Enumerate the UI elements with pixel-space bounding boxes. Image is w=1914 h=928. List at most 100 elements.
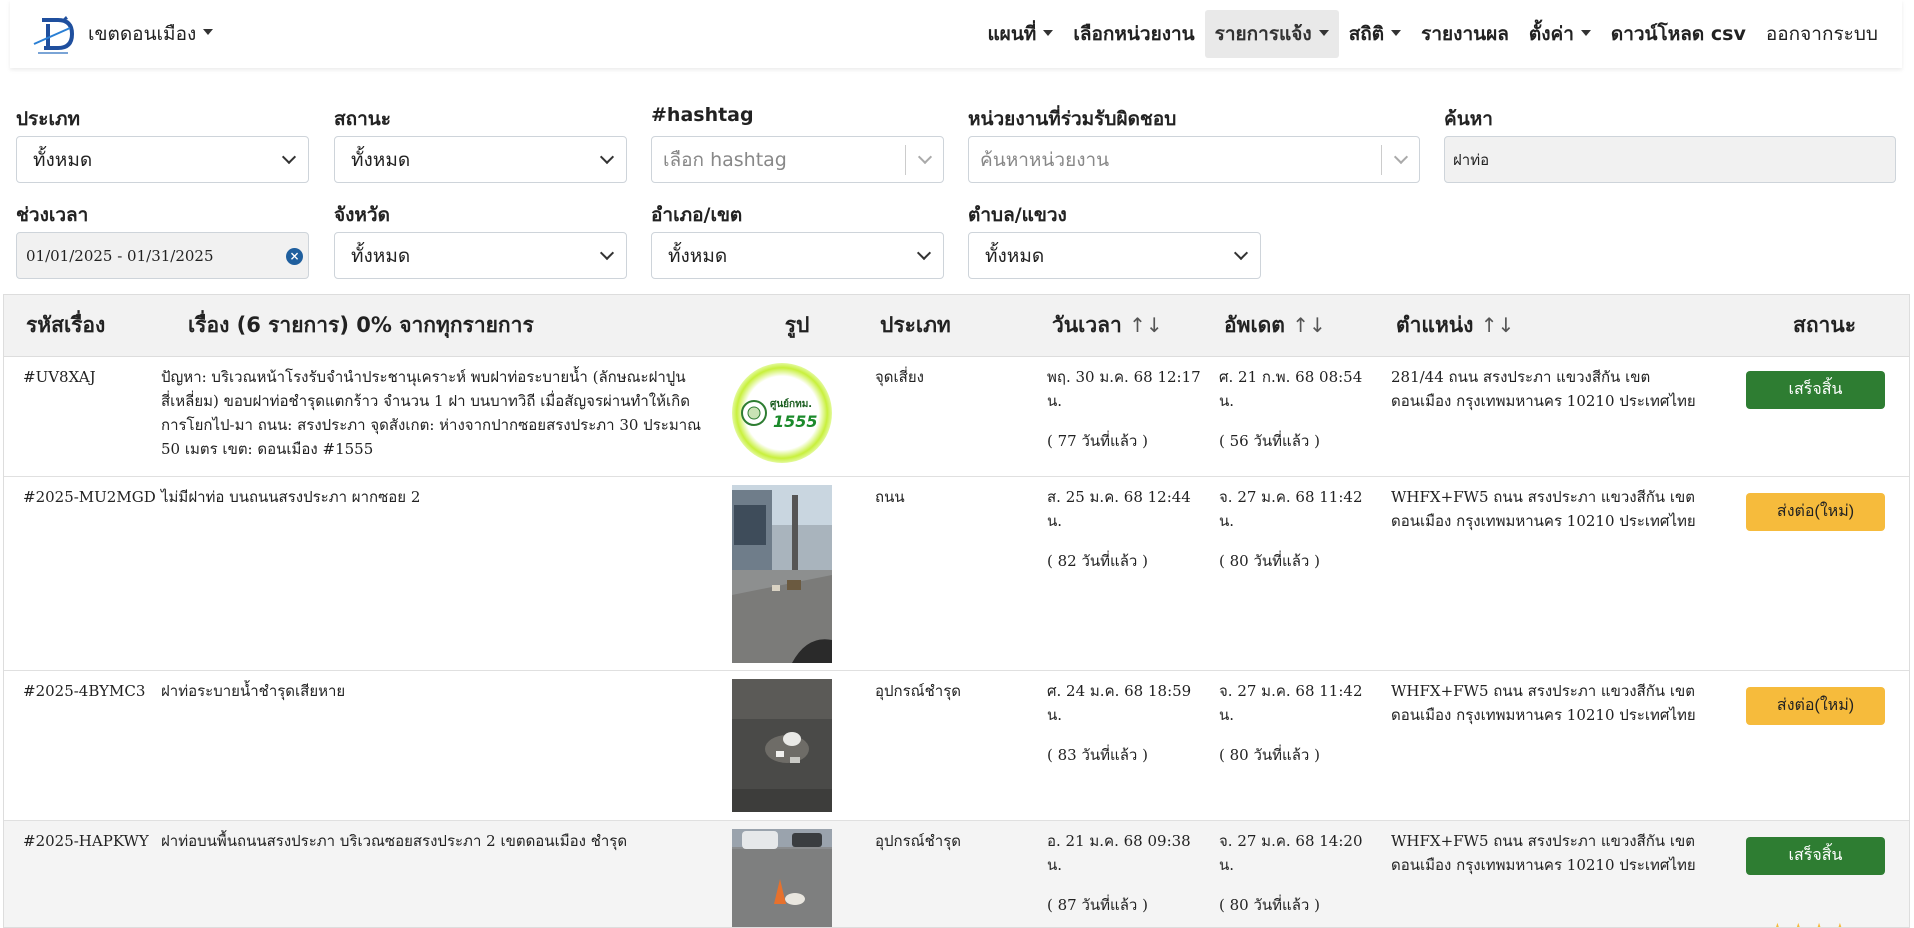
subdistrict-select[interactable]: ทั้งหมด: [968, 232, 1261, 279]
report-updated-cell: จ. 27 ม.ค. 68 11:42 น. ( 80 วันที่แล้ว ): [1206, 476, 1378, 670]
report-image[interactable]: ศูนย์กทม. 1555: [732, 362, 832, 463]
chevron-down-icon: [916, 245, 932, 261]
report-title[interactable]: ฝาท่อบนพื้นถนนสรงประภา บริเวณซอยสรงประภา…: [158, 820, 732, 927]
date-range-value: 01/01/2025 - 01/31/2025: [26, 246, 214, 265]
report-title[interactable]: ปัญหา: บริเวณหน้าโรงรับจำนำประชานุเคราะห…: [158, 356, 732, 476]
report-image[interactable]: [732, 678, 832, 812]
date-range-input[interactable]: 01/01/2025 - 01/31/2025 ×: [16, 232, 309, 279]
report-datetime: พฤ. 30 ม.ค. 68 12:17 น.: [1047, 367, 1201, 410]
nav-menu: แผนที่ เลือกหน่วยงาน รายการแจ้ง สถิติ รา…: [977, 10, 1888, 58]
report-id[interactable]: #2025-HAPKWY: [4, 820, 158, 927]
report-location: WHFX+FW5 ถนน สรงประภา แขวงสีกัน เขตดอนเม…: [1391, 831, 1696, 874]
col-header-title-label: เรื่อง (6 รายการ) 0% จากทุกรายการ: [188, 312, 534, 337]
report-title[interactable]: ฝาท่อระบายน้ำชำรุดเสียหาย: [158, 670, 732, 820]
report-updated-ago: ( 80 วันที่แล้ว ): [1219, 551, 1320, 570]
nav-select-agency[interactable]: เลือกหน่วยงาน: [1063, 10, 1204, 58]
sort-icon[interactable]: ↑↓: [1292, 313, 1326, 337]
agency-placeholder: ค้นหาหน่วยงาน: [980, 148, 1110, 171]
nav-logout[interactable]: ออกจากระบบ: [1756, 10, 1888, 58]
star-icon: ★: [1789, 919, 1810, 927]
report-image-cell[interactable]: [732, 476, 862, 670]
chevron-down-icon: [1043, 29, 1054, 36]
clear-icon[interactable]: ×: [286, 248, 303, 265]
nav-results-label: รายงานผล: [1421, 23, 1509, 45]
chevron-down-icon: [599, 245, 615, 261]
type-select-value: ทั้งหมด: [33, 148, 93, 171]
report-datetime: ศ. 24 ม.ค. 68 18:59 น.: [1047, 681, 1192, 724]
col-header-type[interactable]: ประเภท: [862, 295, 1034, 357]
table-row[interactable]: #2025-4BYMC3 ฝาท่อระบายน้ำชำรุดเสียหาย อ…: [4, 670, 1909, 820]
report-image-cell[interactable]: [732, 820, 862, 928]
table-row[interactable]: #2025-HAPKWY ฝาท่อบนพื้นถนนสรงประภา บริเ…: [4, 820, 1909, 928]
province-filter-label: จังหวัด: [334, 204, 390, 226]
report-updated-ago: ( 80 วันที่แล้ว ): [1219, 745, 1320, 764]
table-row[interactable]: #UV8XAJ ปัญหา: บริเวณหน้าโรงรับจำนำประชา…: [4, 356, 1909, 476]
report-updated: จ. 27 ม.ค. 68 14:20 น.: [1219, 831, 1363, 874]
star-icon: ★: [1810, 919, 1831, 927]
nav-map-label: แผนที่: [987, 23, 1037, 45]
hashtag-select[interactable]: เลือก hashtag: [651, 136, 944, 183]
nav-map[interactable]: แผนที่: [977, 10, 1063, 58]
reports-table-container: รหัสเรื่อง เรื่อง (6 รายการ) 0% จากทุกรา…: [3, 294, 1910, 928]
sort-icon[interactable]: ↑↓: [1481, 313, 1515, 337]
report-datetime: อ. 21 ม.ค. 68 09:38 น.: [1047, 831, 1191, 874]
report-image[interactable]: [732, 828, 832, 928]
search-input-value: ฝาท่อ: [1453, 150, 1490, 169]
chevron-down-icon: [1393, 149, 1409, 165]
report-id[interactable]: #2025-4BYMC3: [4, 670, 158, 820]
chevron-down-icon: [917, 149, 933, 165]
col-header-id[interactable]: รหัสเรื่อง: [4, 295, 158, 357]
district-logo-icon: [33, 16, 75, 54]
col-header-title[interactable]: เรื่อง (6 รายการ) 0% จากทุกรายการ: [158, 295, 732, 357]
province-select[interactable]: ทั้งหมด: [334, 232, 627, 279]
report-location: WHFX+FW5 ถนน สรงประภา แขวงสีกัน เขตดอนเม…: [1391, 487, 1696, 530]
nav-results[interactable]: รายงานผล: [1411, 10, 1519, 58]
badge-number: 1555: [773, 412, 818, 431]
nav-logout-label: ออกจากระบบ: [1765, 23, 1878, 45]
nav-download-csv-label: ดาวน์โหลด csv: [1610, 23, 1746, 45]
report-status-cell: เสร็จสิ้น ★★★★: [1738, 820, 1909, 927]
nav-statistics[interactable]: สถิติ: [1339, 10, 1411, 58]
top-navbar: เขตดอนเมือง แผนที่ เลือกหน่วยงาน รายการแ…: [10, 0, 1902, 68]
chevron-down-icon: [1318, 29, 1329, 36]
report-updated: ศ. 21 ก.พ. 68 08:54 น.: [1219, 367, 1363, 410]
report-type: ถนน: [875, 487, 905, 506]
nav-download-csv[interactable]: ดาวน์โหลด csv: [1601, 10, 1756, 58]
report-datetime-ago: ( 82 วันที่แล้ว ): [1047, 551, 1148, 570]
nav-reports[interactable]: รายการแจ้ง: [1204, 10, 1339, 58]
bma-1555-logo-icon: ศูนย์กทม. 1555: [741, 398, 818, 431]
status-badge[interactable]: ส่งต่อ(ใหม่): [1746, 686, 1885, 725]
status-select[interactable]: ทั้งหมด: [334, 136, 627, 183]
district-select[interactable]: ทั้งหมด: [651, 232, 944, 279]
report-status-cell: เสร็จสิ้น: [1738, 356, 1909, 476]
report-updated-ago: ( 80 วันที่แล้ว ): [1219, 895, 1320, 914]
status-badge[interactable]: เสร็จสิ้น: [1746, 370, 1885, 409]
report-id[interactable]: #UV8XAJ: [4, 356, 158, 476]
chevron-down-icon: [1391, 29, 1402, 36]
report-updated-cell: ศ. 21 ก.พ. 68 08:54 น. ( 56 วันที่แล้ว ): [1206, 356, 1378, 476]
report-updated-cell: จ. 27 ม.ค. 68 11:42 น. ( 80 วันที่แล้ว ): [1206, 670, 1378, 820]
report-image[interactable]: [732, 484, 832, 663]
type-select[interactable]: ทั้งหมด: [16, 136, 309, 183]
sort-icon[interactable]: ↑↓: [1129, 313, 1163, 337]
chevron-down-icon: [599, 149, 615, 165]
report-updated: จ. 27 ม.ค. 68 11:42 น.: [1219, 487, 1363, 530]
agency-filter-label: หน่วยงานที่ร่วมรับผิดชอบ: [968, 108, 1177, 130]
report-title[interactable]: ไม่มีฝาท่อ บนถนนสรงประภา ผากซอย 2: [158, 476, 732, 670]
agency-select[interactable]: ค้นหาหน่วยงาน: [968, 136, 1420, 183]
report-image-cell[interactable]: ศูนย์กทม. 1555: [732, 356, 862, 476]
report-status-cell: ส่งต่อ(ใหม่): [1738, 670, 1909, 820]
status-badge[interactable]: ส่งต่อ(ใหม่): [1746, 492, 1885, 531]
subdistrict-filter-label: ตำบล/แขวง: [968, 204, 1067, 226]
col-header-updated[interactable]: อัพเดต ↑↓: [1206, 295, 1378, 357]
nav-settings[interactable]: ตั้งค่า: [1519, 10, 1601, 58]
table-row[interactable]: #2025-MU2MGD ไม่มีฝาท่อ บนถนนสรงประภา ผา…: [4, 476, 1909, 670]
status-badge[interactable]: เสร็จสิ้น: [1746, 836, 1885, 875]
col-header-location[interactable]: ตำแหน่ง ↑↓: [1378, 295, 1738, 357]
report-id[interactable]: #2025-MU2MGD: [4, 476, 158, 670]
col-header-datetime[interactable]: วันเวลา ↑↓: [1034, 295, 1206, 357]
brand[interactable]: เขตดอนเมือง: [30, 0, 214, 68]
search-input[interactable]: ฝาท่อ: [1444, 136, 1896, 183]
filter-panel: ประเภท ทั้งหมด สถานะ ทั้งหมด #hashtag เล…: [0, 96, 1914, 286]
report-image-cell[interactable]: [732, 670, 862, 820]
